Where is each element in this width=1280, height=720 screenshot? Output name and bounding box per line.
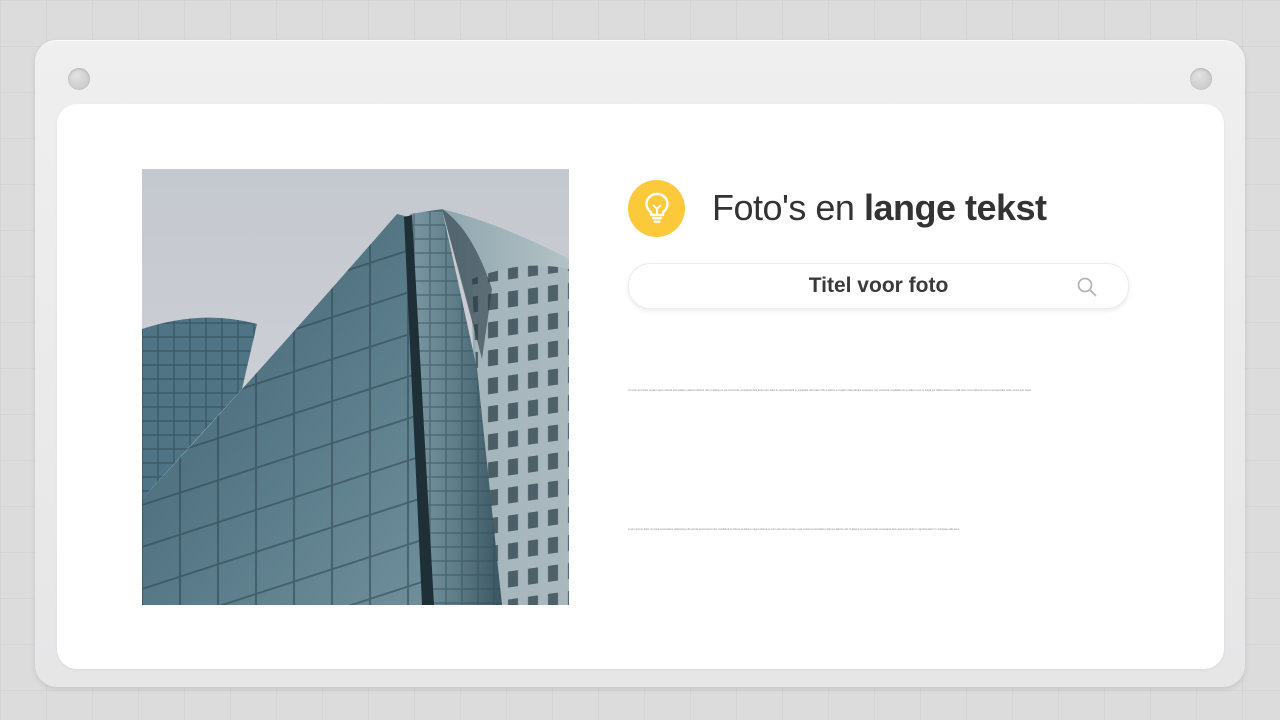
slide-title: Foto's en lange tekst — [712, 187, 1047, 229]
slide-card: Foto's en lange tekst Titel voor foto Ut… — [57, 104, 1224, 669]
photo-title-value: Titel voor foto — [808, 274, 949, 297]
search-icon[interactable] — [1076, 276, 1098, 302]
screw-right — [1190, 68, 1212, 90]
photo-title-search-field[interactable]: Titel voor foto — [628, 263, 1129, 309]
lightbulb-icon — [628, 179, 685, 237]
title-row: Foto's en lange tekst — [628, 179, 1047, 237]
screw-left — [68, 68, 90, 90]
skyscraper-photo — [142, 169, 569, 605]
slide-frame: Foto's en lange tekst Titel voor foto Ut… — [35, 40, 1245, 687]
title-light: Foto's en — [712, 187, 864, 228]
title-bold: lange tekst — [863, 187, 1047, 228]
body-paragraph-2: Lorem ipsum dolor sit amet consectetur a… — [628, 528, 960, 531]
body-paragraph-1: Ut enim ad minim veniam quis nostrud exe… — [628, 389, 1032, 392]
